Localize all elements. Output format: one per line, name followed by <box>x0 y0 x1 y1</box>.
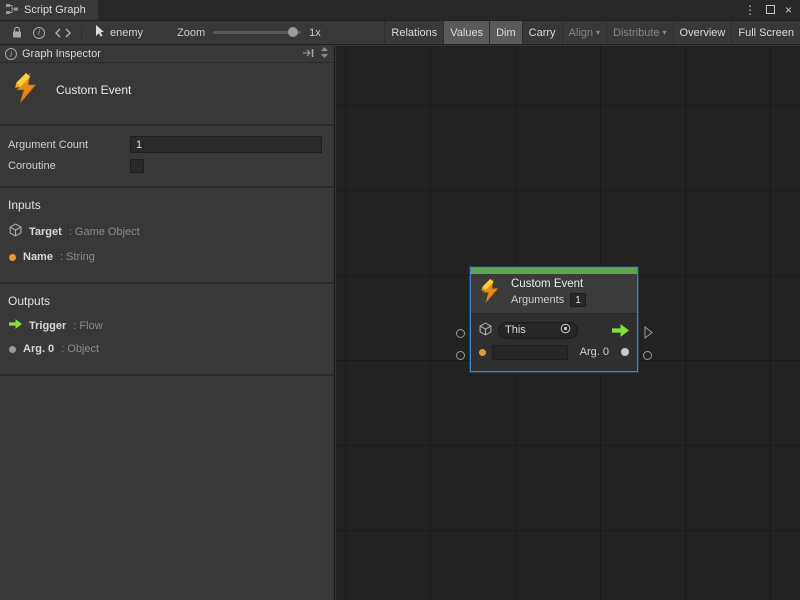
dim-button[interactable]: Dim <box>489 21 522 44</box>
code-icon[interactable] <box>50 21 76 44</box>
unit-header: Custom Event <box>0 63 334 126</box>
chevron-down-icon: ▾ <box>663 29 667 37</box>
more-menu-icon[interactable]: ⋮ <box>744 0 756 20</box>
inspector-title: Graph Inspector <box>22 48 101 60</box>
custom-event-icon <box>479 279 503 306</box>
cube-icon <box>9 223 22 240</box>
node-row-name: Arg. 0 <box>479 341 629 363</box>
arguments-count-field[interactable]: 1 <box>570 293 586 307</box>
zoom-value: 1x <box>309 27 321 39</box>
port-row-arg0: Arg. 0 : Object <box>9 343 326 355</box>
info-icon: i <box>5 48 17 60</box>
orange-dot-icon <box>479 349 486 356</box>
align-button: Align▾ <box>562 21 606 44</box>
node-header[interactable]: Custom Event Arguments 1 <box>471 274 637 313</box>
unit-settings: Argument Count Coroutine <box>0 126 334 188</box>
lock-icon[interactable] <box>6 21 28 44</box>
graph-inspector-panel: i Graph Inspector Custom Event Argument … <box>0 46 335 600</box>
coroutine-label: Coroutine <box>8 160 130 172</box>
trigger-flow-arrow-icon[interactable] <box>612 324 629 337</box>
custom-event-node[interactable]: Custom Event Arguments 1 This <box>470 267 638 372</box>
argument-count-row: Argument Count <box>8 134 322 155</box>
port-row-trigger: Trigger : Flow <box>9 319 326 332</box>
target-self-dropdown[interactable]: This <box>498 322 578 339</box>
outputs-section: Outputs Trigger : Flow Arg. 0 : Object <box>0 284 334 376</box>
toolbar-divider <box>81 26 82 40</box>
object-name: enemy <box>110 27 143 39</box>
argument-count-label: Argument Count <box>8 139 130 151</box>
carry-button[interactable]: Carry <box>522 21 562 44</box>
input-port-name[interactable] <box>456 351 465 360</box>
info-icon[interactable]: i <box>28 21 50 44</box>
inspector-header: i Graph Inspector <box>0 46 334 63</box>
close-icon[interactable]: × <box>785 0 792 20</box>
zoom-slider-handle[interactable] <box>288 27 298 37</box>
arg0-port-icon[interactable] <box>621 348 629 356</box>
arg0-label: Arg. 0 <box>580 346 609 358</box>
outputs-heading: Outputs <box>8 294 326 308</box>
zoom-label: Zoom <box>177 27 205 39</box>
object-picker-icon <box>560 323 571 337</box>
event-name-input[interactable] <box>492 345 568 360</box>
output-port-trigger[interactable] <box>644 326 653 342</box>
arguments-label: Arguments <box>511 294 564 306</box>
graph-toolbar: i enemy Zoom 1x Relations Values Dim Car… <box>0 20 800 45</box>
input-port-target[interactable] <box>456 329 465 338</box>
overview-button[interactable]: Overview <box>673 21 732 44</box>
inputs-section: Inputs Target : Game Object Name : Strin… <box>0 188 334 284</box>
scroll-arrows[interactable] <box>320 46 329 62</box>
full-screen-button[interactable]: Full Screen <box>731 21 800 44</box>
coroutine-checkbox[interactable] <box>130 159 144 173</box>
tab-script-graph[interactable]: Script Graph <box>0 0 98 20</box>
orange-dot-icon <box>9 254 16 261</box>
port-row-name: Name : String <box>9 251 326 263</box>
object-dot-icon <box>9 346 16 353</box>
values-button[interactable]: Values <box>443 21 489 44</box>
node-row-target: This <box>479 319 629 341</box>
graph-icon <box>6 4 18 17</box>
flow-arrow-icon <box>9 319 22 332</box>
node-body: This Arg. 0 <box>471 313 637 371</box>
dock-icon[interactable] <box>302 48 315 61</box>
graph-canvas[interactable]: Custom Event Arguments 1 This <box>336 46 800 600</box>
unit-title: Custom Event <box>56 83 131 97</box>
cube-icon <box>479 322 492 339</box>
distribute-button: Distribute▾ <box>606 21 672 44</box>
tab-title: Script Graph <box>24 4 86 16</box>
node-title: Custom Event <box>511 278 586 290</box>
coroutine-row: Coroutine <box>8 155 322 176</box>
maximize-icon[interactable] <box>766 0 775 20</box>
window-titlebar: Script Graph ⋮ × <box>0 0 800 20</box>
cursor-icon <box>95 25 105 40</box>
inputs-heading: Inputs <box>8 198 326 212</box>
argument-count-input[interactable] <box>130 136 322 153</box>
zoom-slider[interactable] <box>213 31 301 34</box>
custom-event-icon <box>12 73 42 106</box>
graph-owner-field[interactable]: enemy <box>87 25 151 40</box>
output-port-arg0[interactable] <box>643 351 652 360</box>
port-row-target: Target : Game Object <box>9 223 326 240</box>
chevron-down-icon: ▾ <box>596 29 600 37</box>
relations-button[interactable]: Relations <box>384 21 443 44</box>
